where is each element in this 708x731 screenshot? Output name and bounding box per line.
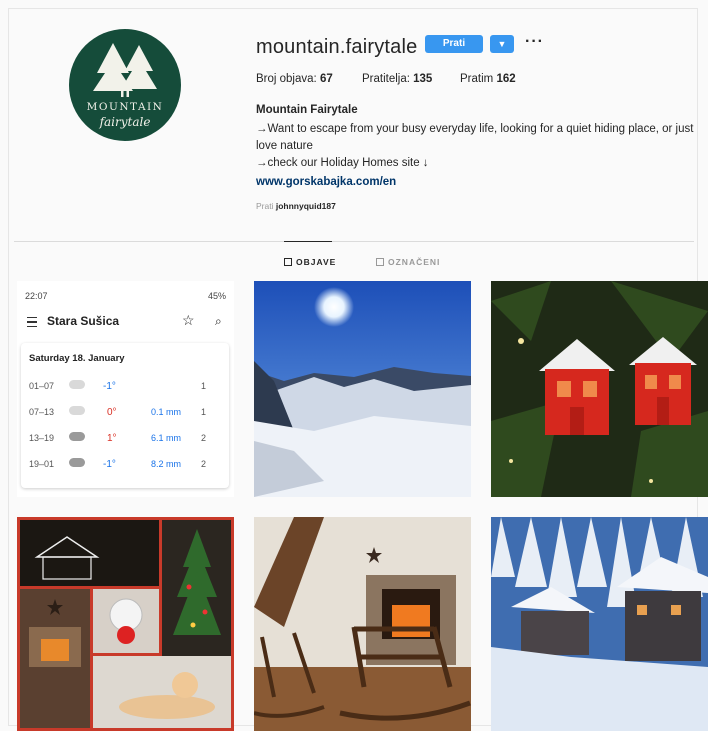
snow-cabins-photo xyxy=(491,517,708,731)
ornaments-photo xyxy=(491,281,708,497)
tab-posts-label: OBJAVE xyxy=(296,257,337,267)
active-tab-indicator xyxy=(284,241,332,242)
cloud-icon xyxy=(69,380,85,389)
profile-full-name: Mountain Fairytale xyxy=(256,104,358,116)
followed-by-label: Prati xyxy=(256,201,274,211)
bio-line-2: love nature xyxy=(256,140,313,152)
forecast-wind: 1 xyxy=(201,381,207,391)
stat-following-value: 162 xyxy=(496,73,516,85)
forecast-wind: 1 xyxy=(201,407,207,417)
forecast-precip: 6.1 mm xyxy=(151,433,182,443)
bio-line-1: →Want to escape from your busy everyday … xyxy=(256,123,694,135)
rain-cloud-icon xyxy=(69,432,85,441)
follow-options-button[interactable]: ▼ xyxy=(490,35,514,53)
weather-city: Stara Sušica xyxy=(47,314,120,328)
post-christmas-ornaments[interactable] xyxy=(491,281,708,497)
mountain-photo xyxy=(254,281,471,497)
tab-posts[interactable]: OBJAVE xyxy=(284,257,336,267)
follow-button[interactable]: Prati xyxy=(425,35,483,53)
forecast-temp: 1° xyxy=(107,433,117,444)
avatar-brand-bottom: fairytale xyxy=(99,115,151,129)
cloud-icon xyxy=(69,406,85,415)
post-holiday-collage[interactable] xyxy=(17,517,234,731)
stat-following[interactable]: Pratim 162 xyxy=(460,73,516,85)
forecast-temp: 0° xyxy=(107,407,117,418)
forecast-time: 19–01 xyxy=(29,459,55,469)
star-icon: ☆ xyxy=(182,312,195,328)
post-fireplace-interior[interactable] xyxy=(254,517,471,731)
tabs-divider xyxy=(14,241,694,242)
stat-followers-value: 135 xyxy=(413,73,433,85)
bio-line-3: →check our Holiday Homes site ↓ xyxy=(256,157,429,169)
stat-followers-label: Pratitelja: xyxy=(362,73,410,85)
forecast-precip: 0.1 mm xyxy=(151,407,182,417)
stat-posts-label: Broj objava: xyxy=(256,73,317,85)
page: MOUNTAIN fairytale mountain.fairytale Pr… xyxy=(0,0,708,731)
stat-following-label: Pratim xyxy=(460,73,494,85)
grid-icon xyxy=(284,258,292,266)
forecast-temp: -1° xyxy=(103,459,116,470)
rain-cloud-icon xyxy=(69,458,85,467)
profile-avatar[interactable]: MOUNTAIN fairytale xyxy=(69,29,181,141)
forecast-temp: -1° xyxy=(103,381,116,392)
post-snowy-cabins[interactable] xyxy=(491,517,708,731)
post-mountain-view[interactable] xyxy=(254,281,471,497)
status-time: 22:07 xyxy=(25,291,48,301)
forecast-precip: 8.2 mm xyxy=(151,459,182,469)
profile-username: mountain.fairytale xyxy=(256,36,418,58)
forecast-time: 01–07 xyxy=(29,381,55,391)
forecast-card: Saturday 18. January 01–07 -1° 1 07–13 0… xyxy=(21,343,229,488)
post-weather-forecast[interactable]: 22:07 45% Stara Sušica ☆ ⌕ Saturday 18. … xyxy=(17,281,234,497)
forecast-date: Saturday 18. January xyxy=(29,353,125,364)
status-battery: 45% xyxy=(207,291,226,301)
collage-photo xyxy=(17,517,234,731)
forecast-row: 13–19 1° 6.1 mm 2 xyxy=(21,425,229,451)
search-icon: ⌕ xyxy=(215,314,222,328)
stat-posts: Broj objava: 67 xyxy=(256,73,333,85)
caret-down-icon: ▼ xyxy=(497,39,507,49)
followed-by-user: johnnyquid187 xyxy=(275,201,336,211)
forecast-time: 13–19 xyxy=(29,433,55,443)
interior-photo xyxy=(254,517,471,731)
forecast-row: 19–01 -1° 8.2 mm 2 xyxy=(21,451,229,477)
tagged-icon xyxy=(376,258,384,266)
hamburger-menu-icon xyxy=(27,317,37,327)
tab-tagged-label: OZNAČENI xyxy=(388,257,441,267)
stat-posts-value: 67 xyxy=(319,73,333,85)
forecast-time: 07–13 xyxy=(29,407,55,417)
avatar-brand-top: MOUNTAIN xyxy=(86,101,164,113)
forecast-wind: 2 xyxy=(201,433,207,443)
followed-by[interactable]: Prati johnnyquid187 xyxy=(256,201,336,211)
more-options-icon[interactable]: ··· xyxy=(525,33,544,51)
tab-tagged[interactable]: OZNAČENI xyxy=(376,257,440,267)
forecast-wind: 2 xyxy=(201,459,207,469)
profile-website-link[interactable]: www.gorskabajka.com/en xyxy=(256,176,396,188)
stat-followers[interactable]: Pratitelja: 135 xyxy=(362,73,432,85)
forecast-row: 01–07 -1° 1 xyxy=(21,373,229,399)
forecast-row: 07–13 0° 0.1 mm 1 xyxy=(21,399,229,425)
